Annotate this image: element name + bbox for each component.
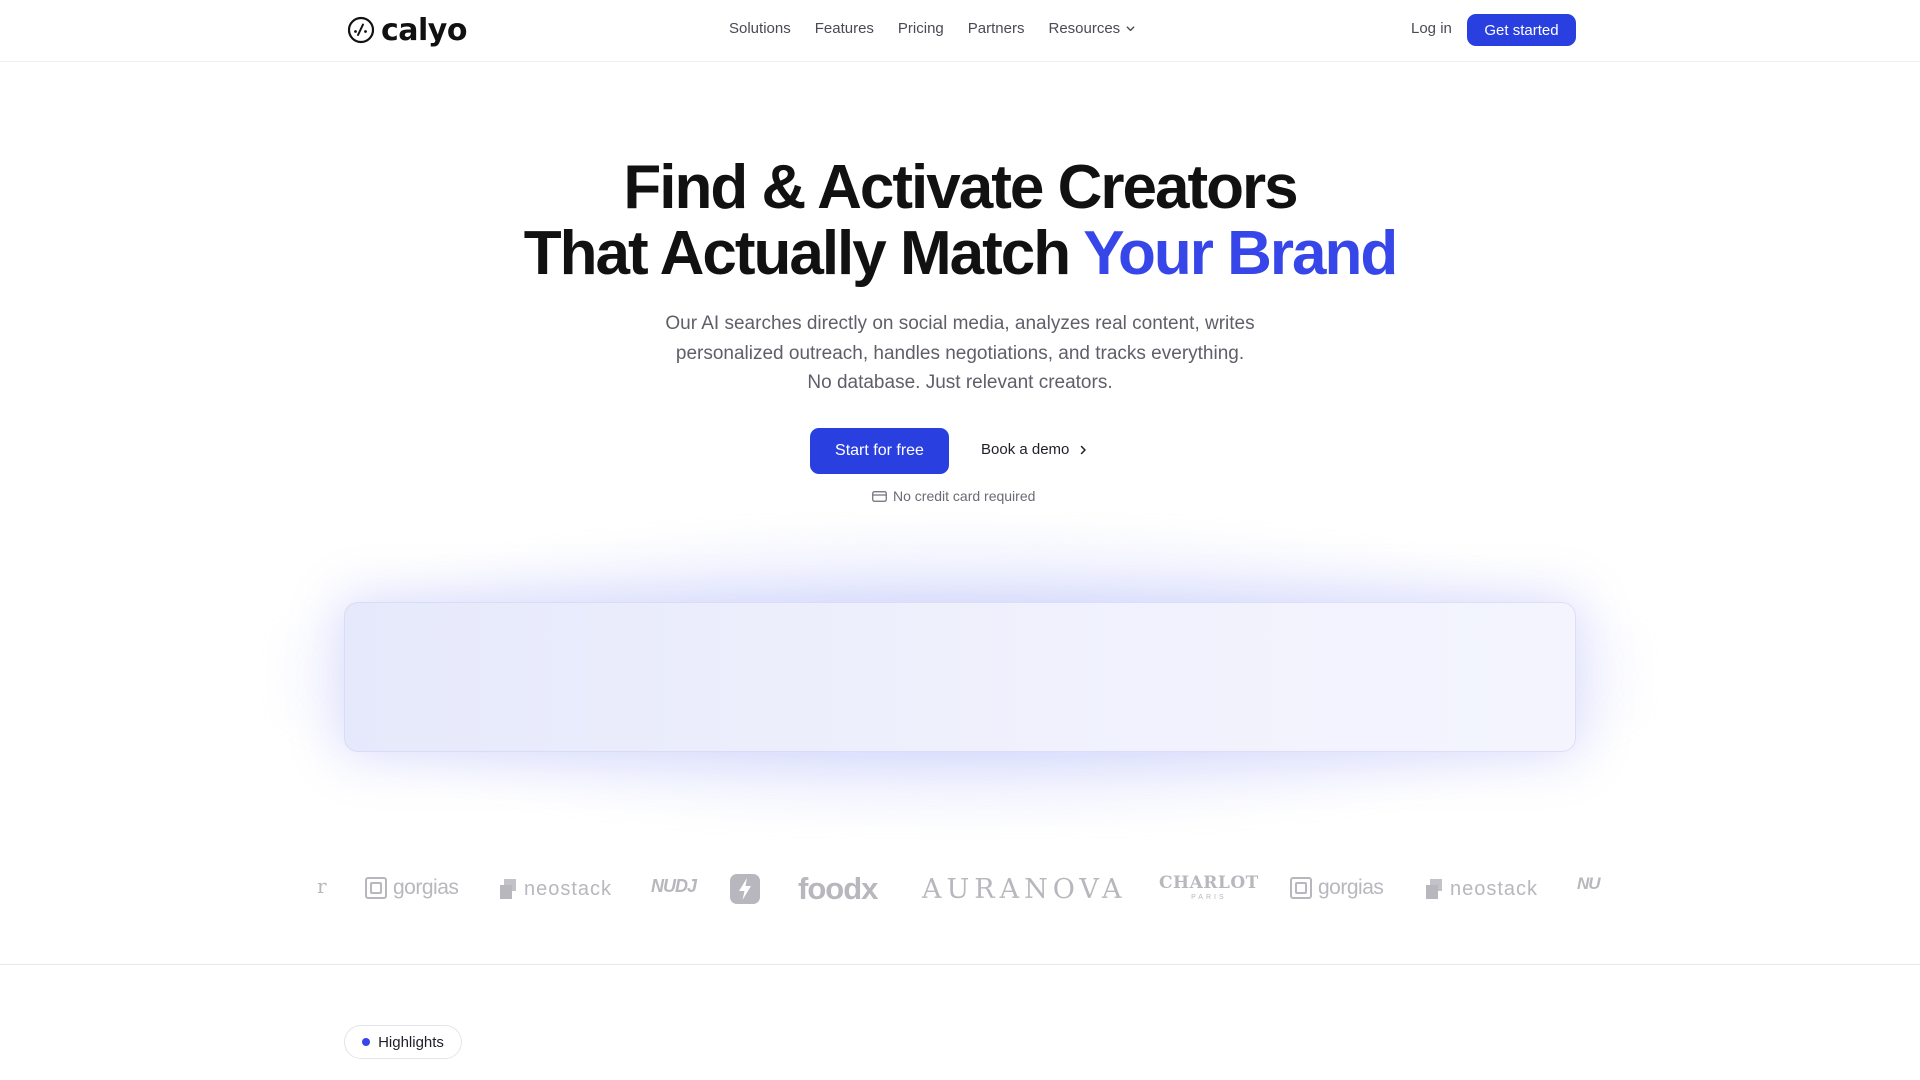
start-for-free-button[interactable]: Start for free	[810, 428, 949, 474]
logo-neostack: neostack	[498, 878, 612, 901]
logo-text: neostack	[1450, 878, 1539, 900]
gorgias-logo-icon	[1290, 877, 1312, 899]
logo-text: NUDJ	[651, 876, 697, 896]
section-divider	[0, 964, 1920, 965]
no-credit-card-note: No credit card required	[872, 488, 1035, 504]
nav-resources[interactable]: Resources	[1048, 20, 1136, 37]
highlights-pill: Highlights	[344, 1025, 462, 1059]
logo-auranova: AURANOVA	[922, 874, 1127, 905]
logo-subtext: PARIS	[1191, 894, 1227, 901]
gorgias-logo-icon	[365, 877, 387, 899]
hero-title-accent: Your Brand	[1083, 219, 1398, 288]
main-nav: Solutions Features Pricing Partners Reso…	[729, 20, 1136, 37]
hero-title-line1: Find & Activate Creators	[623, 153, 1298, 222]
nav-pricing[interactable]: Pricing	[898, 20, 944, 37]
chevron-right-icon	[1081, 445, 1087, 454]
site-header: calyo Solutions Features Pricing Partner…	[0, 0, 1920, 62]
get-started-button[interactable]: Get started	[1467, 14, 1576, 46]
logo-foodx: foodx	[798, 871, 878, 907]
book-demo-link[interactable]: Book a demo	[981, 441, 1089, 458]
login-link[interactable]: Log in	[1411, 20, 1452, 37]
hero-subtitle-line: No database. Just relevant creators.	[807, 372, 1113, 393]
logo-neostack: neostack	[1424, 878, 1538, 901]
brand-name: calyo	[381, 12, 467, 48]
nav-features[interactable]: Features	[815, 20, 874, 37]
logo-nudj-partial: NU	[1577, 874, 1601, 894]
logo-charlot-paris: CHARLOT PARIS	[1159, 873, 1259, 901]
neostack-logo-icon	[500, 878, 516, 899]
hero-subtitle: Our AI searches directly on social media…	[0, 309, 1920, 398]
calyo-logo-icon	[347, 16, 375, 44]
logo-gorgias: gorgias	[1290, 876, 1384, 900]
logo-text: gorgias	[1318, 876, 1384, 899]
logo-gorgias: gorgias	[365, 876, 459, 900]
logo-text: r	[317, 874, 327, 898]
logo-partial-left: r	[317, 874, 327, 898]
lightning-bolt-logo-icon	[730, 874, 760, 904]
logo-bolt	[730, 874, 760, 904]
chevron-down-icon	[1126, 26, 1135, 32]
neostack-logo-icon	[1426, 878, 1442, 899]
logo-text: gorgias	[393, 876, 459, 899]
logo-text: CHARLOT	[1159, 873, 1259, 893]
hero-title: Find & Activate Creators That Actually M…	[0, 155, 1920, 287]
book-demo-label: Book a demo	[981, 441, 1070, 458]
logo-nudj: NUDJ	[651, 876, 697, 897]
nav-partners[interactable]: Partners	[968, 20, 1025, 37]
nav-solutions[interactable]: Solutions	[729, 20, 791, 37]
no-credit-card-text: No credit card required	[893, 488, 1036, 504]
demo-panel	[344, 602, 1576, 752]
logo-text: AURANOVA	[922, 874, 1127, 905]
logo-text: neostack	[524, 878, 613, 900]
credit-card-icon	[872, 490, 887, 502]
highlights-label: Highlights	[378, 1033, 444, 1051]
logo-text: foodx	[798, 871, 878, 906]
hero-title-line2: That Actually Match	[523, 219, 1084, 288]
hero-subtitle-line: personalized outreach, handles negotiati…	[675, 342, 1245, 364]
hero-subtitle-line: Our AI searches directly on social media…	[665, 313, 1255, 334]
brand-logo[interactable]: calyo	[347, 12, 467, 48]
logo-text: NU	[1577, 874, 1601, 893]
customer-logos-strip: r gorgias neostack NUDJ foodx AURANOVA C…	[0, 868, 1920, 912]
dot-icon	[362, 1038, 371, 1046]
nav-resources-label: Resources	[1048, 20, 1121, 37]
